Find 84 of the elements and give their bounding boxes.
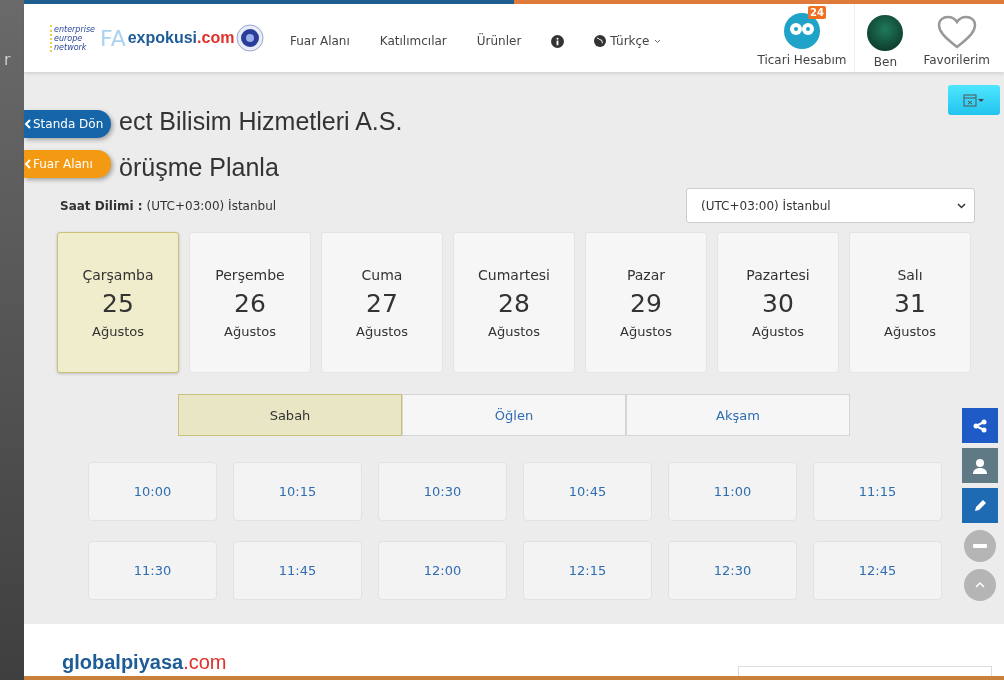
weekday-label: Cumartesi xyxy=(478,266,550,283)
favorites-label: Favorilerim xyxy=(923,53,990,67)
day-number: 28 xyxy=(498,288,530,318)
month-label: Ağustos xyxy=(488,323,540,339)
pencil-icon xyxy=(973,498,987,513)
favorites-link[interactable]: Favorilerim xyxy=(915,4,1004,72)
profile-link[interactable]: Ben xyxy=(855,4,916,72)
time-slot-button[interactable]: 10:00 xyxy=(88,462,217,521)
time-slot-button[interactable]: 10:45 xyxy=(523,462,652,521)
day-number: 31 xyxy=(894,288,926,318)
calendar-icon xyxy=(963,93,985,107)
day-number: 26 xyxy=(234,288,266,318)
chevron-left-icon xyxy=(24,159,31,169)
timezone-select[interactable]: (UTC+03:00) İstanbul xyxy=(686,188,975,223)
day-number: 29 xyxy=(630,288,662,318)
day-card[interactable]: Pazartesi 30 Ağustos xyxy=(717,232,839,373)
weekday-label: Çarşamba xyxy=(82,266,154,283)
time-slot-button[interactable]: 12:15 xyxy=(523,541,652,600)
weekday-label: Cuma xyxy=(361,266,403,283)
notification-badge: 24 xyxy=(807,6,826,19)
time-slot-button[interactable]: 10:30 xyxy=(378,462,507,521)
time-slot-button[interactable]: 11:00 xyxy=(668,462,797,521)
chevron-up-icon xyxy=(975,582,985,588)
time-slot-button[interactable]: 12:00 xyxy=(378,541,507,600)
weekday-label: Salı xyxy=(897,266,923,283)
month-label: Ağustos xyxy=(752,323,804,339)
footer-logo[interactable]: globalpiyasa.com xyxy=(62,651,227,676)
time-slot-button[interactable]: 11:15 xyxy=(813,462,942,521)
month-label: Ağustos xyxy=(356,323,408,339)
day-number: 25 xyxy=(102,288,134,318)
nav-link[interactable]: Ürünler xyxy=(476,34,522,48)
day-number: 30 xyxy=(762,288,794,318)
day-number: 27 xyxy=(366,288,398,318)
info-icon[interactable] xyxy=(551,34,565,48)
chevron-down-icon xyxy=(653,38,661,44)
timezone-text: Saat Dilimi : (UTC+03:00) İstanbul xyxy=(60,198,277,213)
avatar xyxy=(867,15,904,51)
time-slot-button[interactable]: 10:15 xyxy=(233,462,362,521)
day-card[interactable]: Cumartesi 28 Ağustos xyxy=(453,232,575,373)
brand-logo[interactable]: expokusi.com xyxy=(127,29,235,47)
day-card[interactable]: Salı 31 Ağustos xyxy=(849,232,971,373)
minus-icon xyxy=(973,544,987,548)
month-label: Ağustos xyxy=(92,323,144,339)
day-card[interactable]: Cuma 27 Ağustos xyxy=(321,232,443,373)
period-tab[interactable]: Akşam xyxy=(626,394,850,436)
time-slot-button[interactable]: 12:45 xyxy=(813,541,942,600)
account-label: Ticari Hesabım xyxy=(757,53,847,67)
page-title: örüşme Planla xyxy=(119,152,280,183)
input-field[interactable] xyxy=(738,666,992,676)
share-icon xyxy=(973,418,987,433)
month-label: Ağustos xyxy=(620,323,672,339)
weekday-label: Pazartesi xyxy=(746,266,810,283)
day-card[interactable]: Çarşamba 25 Ağustos xyxy=(57,232,179,373)
period-tab[interactable]: Öğlen xyxy=(402,394,626,436)
seal-logo-icon xyxy=(236,24,265,52)
back-navigation-button[interactable]: Standa Dön xyxy=(24,110,112,138)
globe-icon xyxy=(594,35,607,47)
calendar-menu-button[interactable] xyxy=(948,85,1000,115)
account-link[interactable]: 24 Ticari Hesabım xyxy=(749,4,855,72)
nav-link[interactable]: Katılımcılar xyxy=(379,34,447,48)
network-logo-text: enterprise europe network xyxy=(50,24,98,52)
company-title: ect Bilisim Hizmetleri A.S. xyxy=(119,106,404,137)
time-slot-button[interactable]: 11:30 xyxy=(88,541,217,600)
chevron-down-icon xyxy=(957,202,966,209)
language-selector[interactable]: Türkçe xyxy=(594,34,661,48)
time-slot-button[interactable]: 11:45 xyxy=(233,541,362,600)
background-text: r xyxy=(3,50,12,69)
chevron-left-icon xyxy=(24,119,31,129)
nav-link[interactable]: Fuar Alanı xyxy=(290,34,350,48)
period-tab[interactable]: Sabah xyxy=(178,394,402,436)
weekday-label: Perşembe xyxy=(215,266,285,283)
day-card[interactable]: Perşembe 26 Ağustos xyxy=(189,232,311,373)
support-person-icon xyxy=(971,456,989,475)
profile-label: Ben xyxy=(873,55,898,69)
support-button[interactable] xyxy=(962,448,998,483)
heart-icon xyxy=(936,15,977,49)
day-card[interactable]: Pazar 29 Ağustos xyxy=(585,232,707,373)
time-slot-button[interactable]: 12:30 xyxy=(668,541,797,600)
share-button[interactable] xyxy=(962,408,998,443)
month-label: Ağustos xyxy=(224,323,276,339)
weekday-label: Pazar xyxy=(626,266,666,283)
month-label: Ağustos xyxy=(884,323,936,339)
fairs-logo-text: FA xyxy=(100,25,126,51)
edit-button[interactable] xyxy=(962,488,998,523)
